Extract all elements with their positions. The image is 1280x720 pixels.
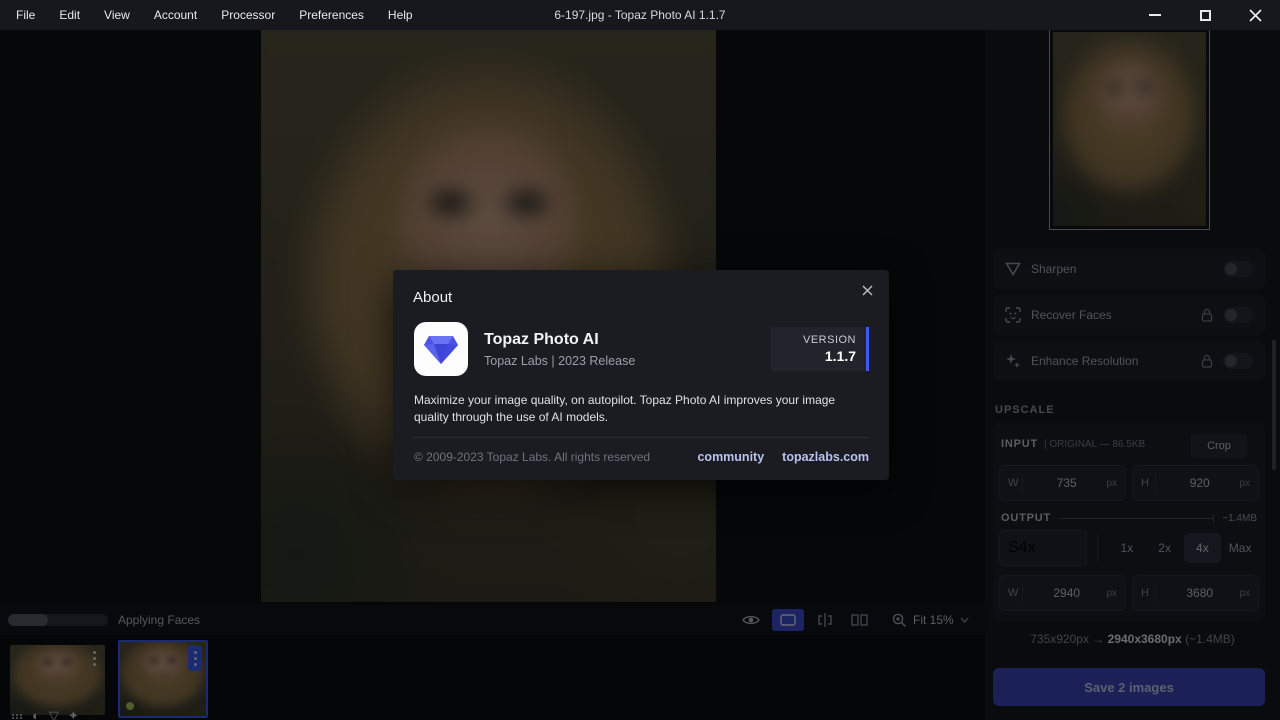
close-icon bbox=[861, 284, 873, 296]
dialog-title: About bbox=[413, 289, 453, 306]
menu-bar: File Edit View Account Processor Prefere… bbox=[0, 0, 425, 30]
app-info-row: Topaz Photo AI Topaz Labs | 2023 Release… bbox=[414, 322, 869, 376]
copyright-text: © 2009-2023 Topaz Labs. All rights reser… bbox=[414, 450, 651, 464]
menu-file[interactable]: File bbox=[4, 0, 47, 30]
menu-help[interactable]: Help bbox=[376, 0, 425, 30]
maximize-icon bbox=[1199, 9, 1211, 21]
app-description: Maximize your image quality, on autopilo… bbox=[414, 393, 836, 425]
menu-preferences[interactable]: Preferences bbox=[287, 0, 376, 30]
version-box: VERSION 1.1.7 bbox=[771, 327, 869, 371]
app-name-block: Topaz Photo AI Topaz Labs | 2023 Release bbox=[484, 331, 771, 368]
community-link[interactable]: community bbox=[697, 450, 764, 464]
menu-view[interactable]: View bbox=[92, 0, 142, 30]
menu-processor[interactable]: Processor bbox=[209, 0, 287, 30]
app-publisher: Topaz Labs | 2023 Release bbox=[484, 353, 636, 368]
minimize-button[interactable] bbox=[1130, 0, 1180, 30]
app-name: Topaz Photo AI bbox=[484, 330, 599, 348]
about-dialog: About Topaz Photo AI Topaz Labs | 2023 R… bbox=[393, 270, 889, 480]
app-window: File Edit View Account Processor Prefere… bbox=[0, 0, 1280, 720]
version-value: 1.1.7 bbox=[824, 348, 856, 364]
menu-edit[interactable]: Edit bbox=[47, 0, 92, 30]
close-button[interactable] bbox=[1230, 0, 1280, 30]
window-controls bbox=[1130, 0, 1280, 30]
version-label: VERSION bbox=[802, 334, 856, 346]
maximize-button[interactable] bbox=[1180, 0, 1230, 30]
minimize-icon bbox=[1149, 14, 1161, 16]
topazlabs-link[interactable]: topazlabs.com bbox=[782, 450, 869, 464]
dialog-close-button[interactable] bbox=[857, 280, 877, 300]
dialog-divider bbox=[413, 437, 869, 438]
menu-account[interactable]: Account bbox=[142, 0, 209, 30]
close-icon bbox=[1248, 8, 1262, 22]
topaz-gem-logo bbox=[414, 322, 468, 376]
dialog-footer: © 2009-2023 Topaz Labs. All rights reser… bbox=[414, 450, 869, 464]
titlebar: File Edit View Account Processor Prefere… bbox=[0, 0, 1280, 30]
